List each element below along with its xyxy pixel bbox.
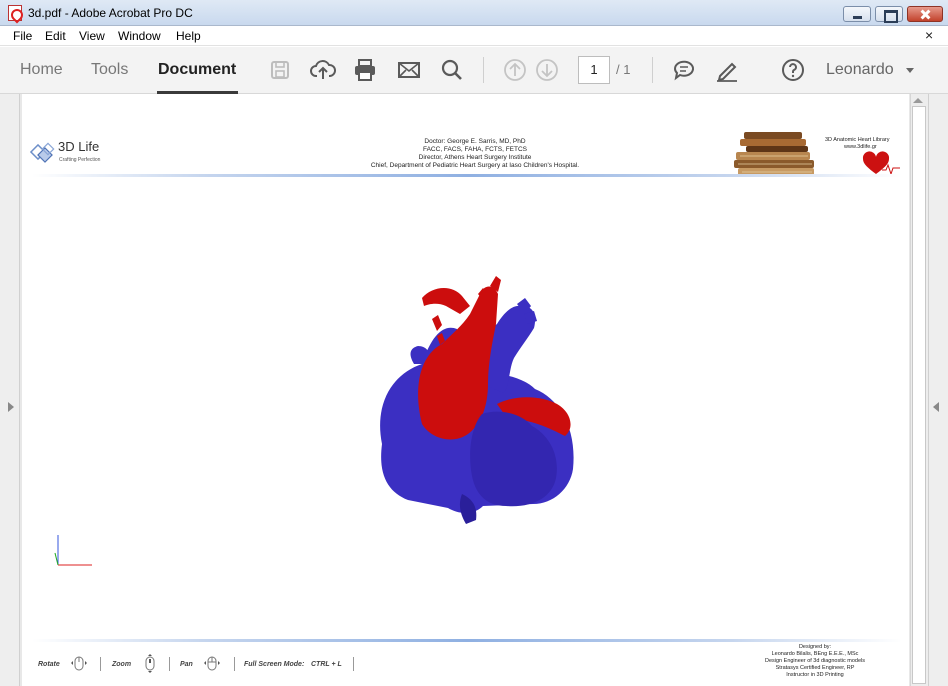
toolbar-separator: [483, 57, 484, 83]
pdf-file-icon: [8, 5, 22, 21]
zoom-label: Zoom: [112, 661, 132, 668]
chevron-down-icon[interactable]: [906, 68, 914, 73]
save-icon[interactable]: [267, 57, 293, 83]
tab-home[interactable]: Home: [20, 61, 63, 79]
menu-window[interactable]: Window: [118, 29, 161, 43]
header-line: Director, Athens Heart Surgery Institute: [418, 154, 532, 161]
scrollbar-thumb[interactable]: [912, 106, 926, 684]
header-line: FACC, FACS, FAHA, FCTS, FETCS: [422, 146, 527, 153]
close-window-button[interactable]: [907, 6, 943, 22]
main-toolbar: Home Tools Document 1 / 1 Leonardo: [0, 47, 948, 94]
designer-credits: Designed by: Leonardo Bilalis, BEng E.E.…: [750, 644, 880, 679]
logo-title: 3D Life: [58, 139, 100, 154]
expand-right-panel-icon[interactable]: [933, 402, 939, 412]
designer-line: Stratasys Certified Engineer, RP: [775, 665, 855, 671]
print-icon[interactable]: [352, 57, 378, 83]
page-number-input[interactable]: 1: [578, 56, 610, 84]
menu-file[interactable]: File: [13, 29, 32, 43]
minimize-button[interactable]: [843, 6, 871, 22]
menu-help[interactable]: Help: [176, 29, 201, 43]
header-line: Doctor: George E. Sarris, MD, PhD: [424, 138, 526, 145]
rotate-mouse-icon: [71, 656, 87, 671]
pdf-page: 3D Life Crafting Perfection Doctor: Geor…: [22, 94, 909, 686]
window-title: 3d.pdf - Adobe Acrobat Pro DC: [28, 6, 193, 20]
close-document-button[interactable]: ×: [925, 27, 933, 43]
page-up-icon[interactable]: [502, 57, 528, 83]
books-image: [734, 132, 814, 177]
zoom-mouse-icon: [145, 654, 155, 673]
user-menu[interactable]: Leonardo: [826, 61, 894, 79]
header-line: Chief, Department of Pediatric Heart Sur…: [370, 162, 580, 169]
comment-icon[interactable]: [671, 57, 697, 83]
email-icon[interactable]: [396, 57, 422, 83]
page-down-icon[interactable]: [534, 57, 560, 83]
tab-tools[interactable]: Tools: [91, 61, 128, 79]
3d-heart-model[interactable]: [352, 274, 577, 544]
designer-line: Designed by:: [798, 644, 832, 650]
header-divider: [32, 174, 902, 177]
designer-line: Instructor in 3D Printing: [786, 672, 844, 678]
menu-edit[interactable]: Edit: [45, 29, 66, 43]
help-icon[interactable]: [780, 57, 806, 83]
menu-view[interactable]: View: [79, 29, 105, 43]
footer-separator: [100, 657, 101, 671]
page-total: / 1: [616, 62, 631, 77]
3d-life-logo-icon: [30, 142, 55, 163]
footer-separator: [234, 657, 235, 671]
pan-label: Pan: [180, 661, 193, 668]
designer-line: Design Engineer of 3d diagnostic models: [765, 658, 865, 664]
logo-subtitle: Crafting Perfection: [59, 157, 101, 163]
rotate-label: Rotate: [38, 661, 60, 668]
tab-document[interactable]: Document: [158, 61, 236, 79]
footer-separator: [169, 657, 170, 671]
scroll-up-arrow[interactable]: [913, 98, 923, 103]
right-panel-toggle[interactable]: [928, 94, 948, 686]
toolbar-separator: [652, 57, 653, 83]
upload-icon[interactable]: [310, 57, 336, 83]
menu-bar: File Edit View Window Help ×: [0, 26, 948, 46]
footer-separator: [353, 657, 354, 671]
fullscreen-shortcut: CTRL + L: [311, 661, 342, 668]
footer-divider: [32, 639, 902, 642]
window-titlebar: 3d.pdf - Adobe Acrobat Pro DC: [0, 0, 948, 26]
library-title: 3D Anatomic Heart Library: [825, 137, 890, 143]
left-panel-toggle[interactable]: [0, 94, 20, 686]
maximize-button[interactable]: [875, 6, 903, 23]
doctor-credentials: Doctor: George E. Sarris, MD, PhD FACC, …: [322, 138, 628, 170]
fullscreen-label: Full Screen Mode:: [244, 661, 305, 668]
designer-line: Leonardo Bilalis, BEng E.E.E., MSc: [771, 651, 859, 657]
expand-left-panel-icon[interactable]: [8, 402, 14, 412]
axis-indicator: [54, 535, 92, 566]
search-icon[interactable]: [439, 57, 465, 83]
pan-mouse-icon: [204, 656, 220, 671]
pen-icon[interactable]: [714, 57, 740, 83]
